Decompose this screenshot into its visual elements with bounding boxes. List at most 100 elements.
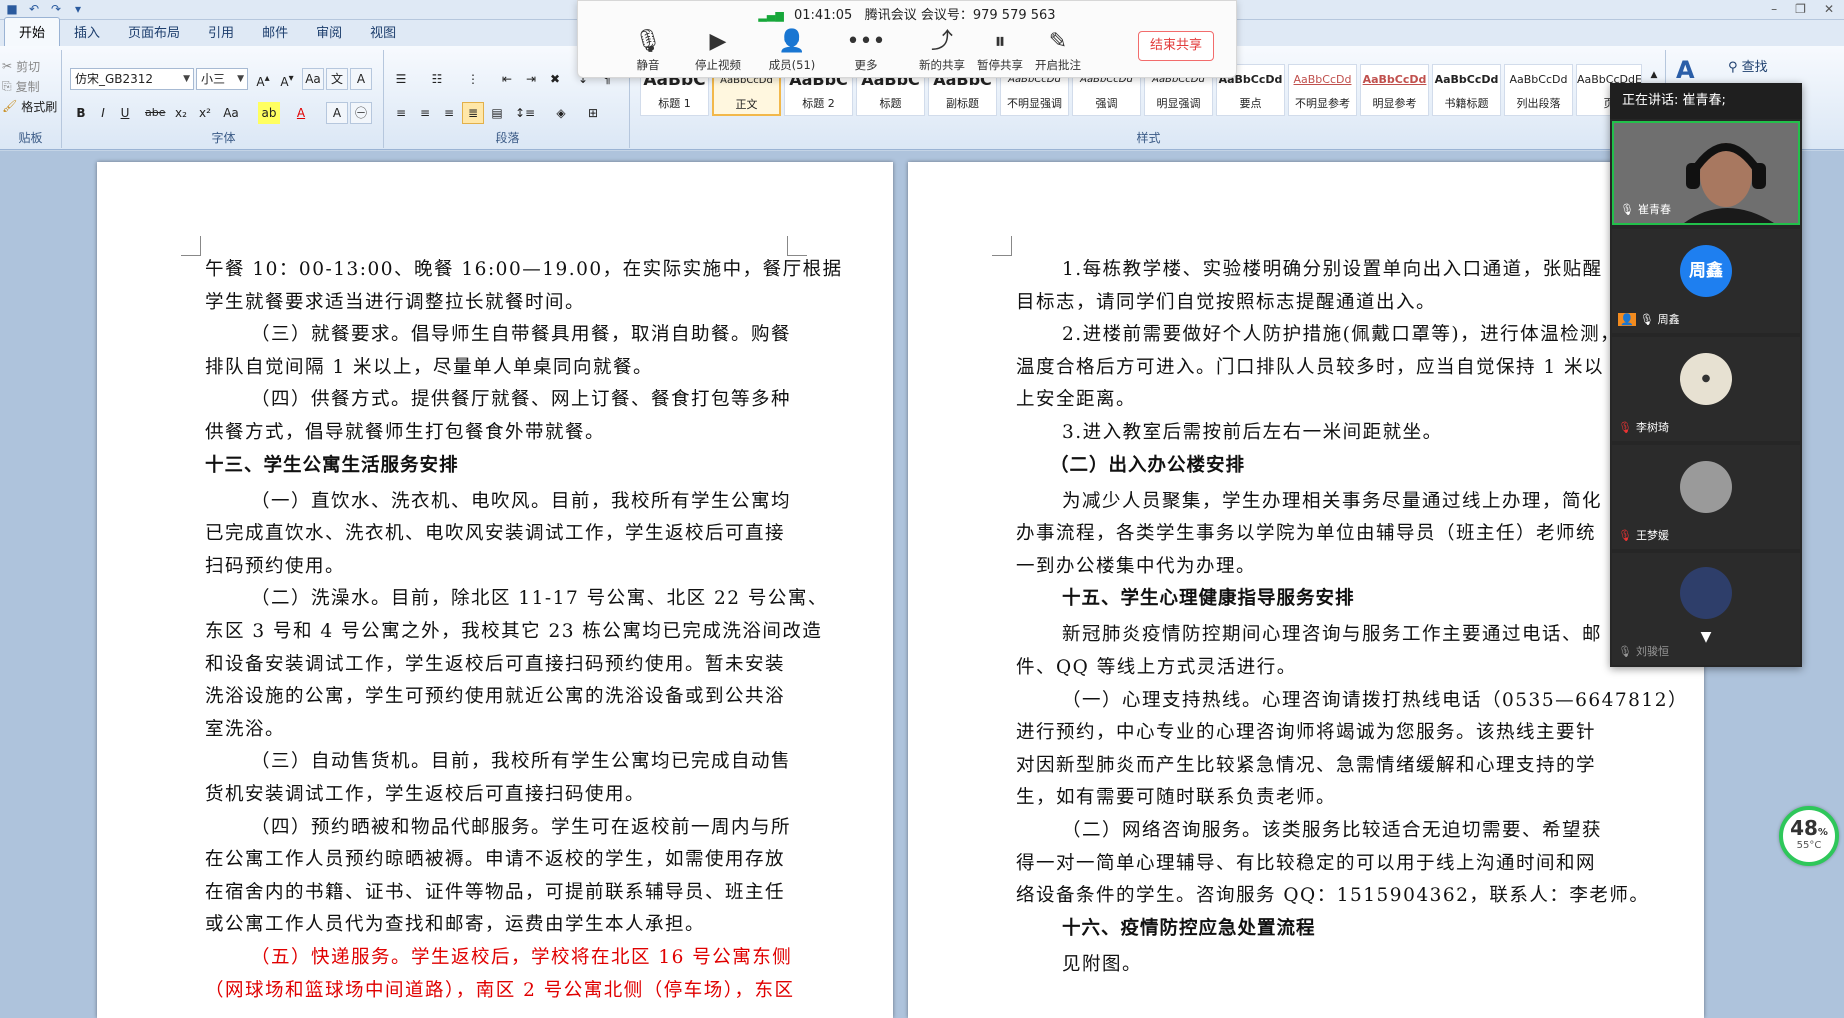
left-document-page[interactable]: 午餐 10：00-13:00、晚餐 16:00—19.00，在实际实施中，餐厅根… bbox=[97, 162, 893, 1018]
members-icon: 👤 bbox=[778, 29, 806, 54]
change-styles-icon[interactable]: A bbox=[1676, 56, 1695, 84]
style-intense-reference[interactable]: AaBbCcDd 明显参考 bbox=[1360, 64, 1429, 116]
performance-widget[interactable]: 48% 55°C bbox=[1779, 806, 1839, 866]
underline-icon[interactable]: U bbox=[114, 102, 136, 124]
subscript-icon[interactable]: x₂ bbox=[170, 102, 192, 124]
document-line: 温度合格后方可进入。门口排队人员较多时，应当自觉保持 1 米以 bbox=[1016, 356, 1605, 378]
participant-name: 🎙 崔青春 bbox=[1620, 201, 1671, 217]
strikethrough-icon[interactable]: abe bbox=[144, 102, 166, 124]
cut-button[interactable]: ✂ 剪切 bbox=[0, 56, 61, 76]
superscript-icon[interactable]: x² bbox=[194, 102, 216, 124]
char-shading-icon[interactable]: A bbox=[326, 102, 348, 124]
shrink-font-icon[interactable]: A▾ bbox=[276, 68, 298, 90]
tab-mailings[interactable]: 邮件 bbox=[248, 18, 302, 46]
video-tile-active[interactable]: 🎙 崔青春 bbox=[1612, 121, 1800, 225]
tab-review[interactable]: 审阅 bbox=[302, 18, 356, 46]
justify-icon[interactable]: ≣ bbox=[462, 102, 484, 124]
numbering-icon[interactable]: ☷ bbox=[426, 68, 448, 90]
grow-font-icon[interactable]: A▴ bbox=[252, 68, 274, 90]
chevron-down-icon[interactable]: ▼ bbox=[1701, 629, 1712, 645]
avatar bbox=[1680, 461, 1732, 513]
find-button[interactable]: ⚲ 查找 bbox=[1728, 56, 1768, 75]
redo-icon[interactable]: ↷ bbox=[48, 2, 64, 16]
video-tile[interactable]: ● 🎙 李树琦 bbox=[1612, 337, 1800, 441]
format-painter-button[interactable]: 🖌 格式刷 bbox=[0, 96, 61, 116]
font-size-combo[interactable]: 小三 ▼ bbox=[196, 68, 248, 90]
pause-share-label: 暂停共享 bbox=[977, 58, 1023, 72]
video-tile[interactable]: ▼ 🎙 刘骏恒 bbox=[1612, 553, 1800, 665]
font-group: 仿宋_GB2312 ▼ 小三 ▼ A▴ A▾ Aa 文 A B I U abe x₂… bbox=[64, 50, 384, 148]
end-share-button[interactable]: 结束共享 bbox=[1138, 31, 1214, 61]
align-left-icon[interactable]: ≡ bbox=[390, 102, 412, 124]
section-heading: （二）出入办公楼安排 bbox=[1050, 454, 1246, 476]
chinese-layout-icon[interactable]: ✖ bbox=[544, 68, 566, 90]
close-icon[interactable]: ✕ bbox=[1824, 0, 1834, 18]
more-button[interactable]: ••• 更多 bbox=[836, 27, 896, 73]
document-line: 3.进入教室后需按前后左右一米间距就坐。 bbox=[1062, 422, 1443, 443]
bold-icon[interactable]: B bbox=[70, 102, 92, 124]
document-line: （一）心理支持热线。心理咨询请拨打热线电话（0535—6647812） bbox=[1062, 689, 1688, 711]
increase-indent-icon[interactable]: ⇥ bbox=[520, 68, 542, 90]
tab-references[interactable]: 引用 bbox=[194, 18, 248, 46]
char-border-icon[interactable]: A bbox=[350, 68, 372, 90]
tab-home[interactable]: 开始 bbox=[4, 17, 61, 46]
phonetic-guide-icon[interactable]: 文 bbox=[326, 68, 348, 90]
document-line: （三）自动售货机。目前，我校所有学生公寓均已完成自动售 bbox=[251, 751, 792, 773]
tab-page-layout[interactable]: 页面布局 bbox=[114, 18, 194, 46]
shading-icon[interactable]: ◈ bbox=[550, 102, 572, 124]
font-name-combo[interactable]: 仿宋_GB2312 ▼ bbox=[70, 68, 194, 90]
new-share-button[interactable]: ⤴ 新的共享 bbox=[912, 27, 972, 73]
document-line: 一到办公楼集中代为办理。 bbox=[1016, 555, 1257, 577]
chevron-down-icon: ▼ bbox=[237, 74, 244, 84]
style-book-title[interactable]: AaBbCcDd 书籍标题 bbox=[1432, 64, 1501, 116]
style-subtle-reference[interactable]: AaBbCcDd 不明显参考 bbox=[1288, 64, 1357, 116]
clear-format-icon[interactable]: Aa bbox=[302, 68, 324, 90]
style-name: 列出段落 bbox=[1516, 97, 1561, 110]
microphone-muted-icon: 🎙 bbox=[1618, 420, 1632, 434]
multilevel-list-icon[interactable]: ⋮ bbox=[462, 68, 484, 90]
video-panel: 正在讲话: 崔青春; 🎙 崔青春 周鑫 👤 🎙 周鑫 ● 🎙 李树琦 🎙 王梦媛 ▼ 🎙 刘… bbox=[1610, 83, 1802, 667]
participant-name-text: 王梦媛 bbox=[1635, 529, 1669, 542]
pause-share-button[interactable]: ⏸ 暂停共享 bbox=[970, 27, 1030, 73]
chevron-down-icon: ▼ bbox=[183, 74, 190, 84]
document-line: 见附图。 bbox=[1062, 953, 1143, 975]
tab-view[interactable]: 视图 bbox=[356, 18, 410, 46]
temperature: 55°C bbox=[1796, 840, 1822, 851]
stop-video-button[interactable]: ▶ 停止视频 bbox=[688, 27, 748, 73]
bullets-icon[interactable]: ☰ bbox=[390, 68, 412, 90]
highlight-icon[interactable]: ab bbox=[258, 102, 280, 124]
distributed-icon[interactable]: ▤ bbox=[486, 102, 508, 124]
mute-button[interactable]: 🎙 静音 bbox=[618, 27, 678, 73]
restore-icon[interactable]: ❐ bbox=[1795, 0, 1806, 18]
document-line: 1.每栋教学楼、实验楼明确分别设置单向出入口通道，张贴醒 bbox=[1062, 259, 1603, 280]
style-name: 标题 bbox=[879, 97, 902, 110]
style-sample: AaBbCcDd bbox=[1362, 73, 1427, 86]
undo-icon[interactable]: ↶ bbox=[26, 2, 42, 16]
borders-icon[interactable]: ⊞ bbox=[582, 102, 604, 124]
font-color-icon[interactable]: A bbox=[290, 102, 312, 124]
align-center-icon[interactable]: ≡ bbox=[414, 102, 436, 124]
video-tile[interactable]: 周鑫 👤 🎙 周鑫 bbox=[1612, 229, 1800, 333]
video-tile[interactable]: 🎙 王梦媛 bbox=[1612, 445, 1800, 549]
clipboard-group: ✂ 剪切 ⎘ 复制 🖌 格式刷 贴板 bbox=[0, 50, 62, 148]
members-button[interactable]: 👤 成员(51) bbox=[762, 27, 822, 73]
save-icon[interactable]: ■ bbox=[4, 2, 20, 16]
annotate-button[interactable]: ✎ 开启批注 bbox=[1028, 27, 1088, 73]
participant-name-text: 崔青春 bbox=[1637, 203, 1671, 216]
right-document-page[interactable]: 1.每栋教学楼、实验楼明确分别设置单向出入口通道，张贴醒 目标志，请同学们自觉按照… bbox=[908, 162, 1704, 1018]
enclose-char-icon[interactable]: ㊀ bbox=[350, 102, 372, 124]
customize-qat-icon[interactable]: ▾ bbox=[70, 2, 86, 16]
align-right-icon[interactable]: ≡ bbox=[438, 102, 460, 124]
copy-button[interactable]: ⎘ 复制 bbox=[0, 76, 61, 96]
document-line: （三）就餐要求。倡导师生自带餐具用餐，取消自助餐。购餐 bbox=[251, 324, 792, 346]
minimize-icon[interactable]: – bbox=[1771, 0, 1777, 18]
tab-insert[interactable]: 插入 bbox=[60, 18, 114, 46]
line-spacing-icon[interactable]: ↕≡ bbox=[514, 102, 536, 124]
members-label: 成员(51) bbox=[768, 58, 816, 72]
style-list-paragraph[interactable]: AaBbCcDd 列出段落 bbox=[1504, 64, 1573, 116]
change-case-icon[interactable]: Aa bbox=[220, 102, 242, 124]
decrease-indent-icon[interactable]: ⇤ bbox=[496, 68, 518, 90]
italic-icon[interactable]: I bbox=[92, 102, 114, 124]
cut-label: 剪切 bbox=[16, 59, 41, 74]
pause-icon: ⏸ bbox=[994, 29, 1006, 54]
